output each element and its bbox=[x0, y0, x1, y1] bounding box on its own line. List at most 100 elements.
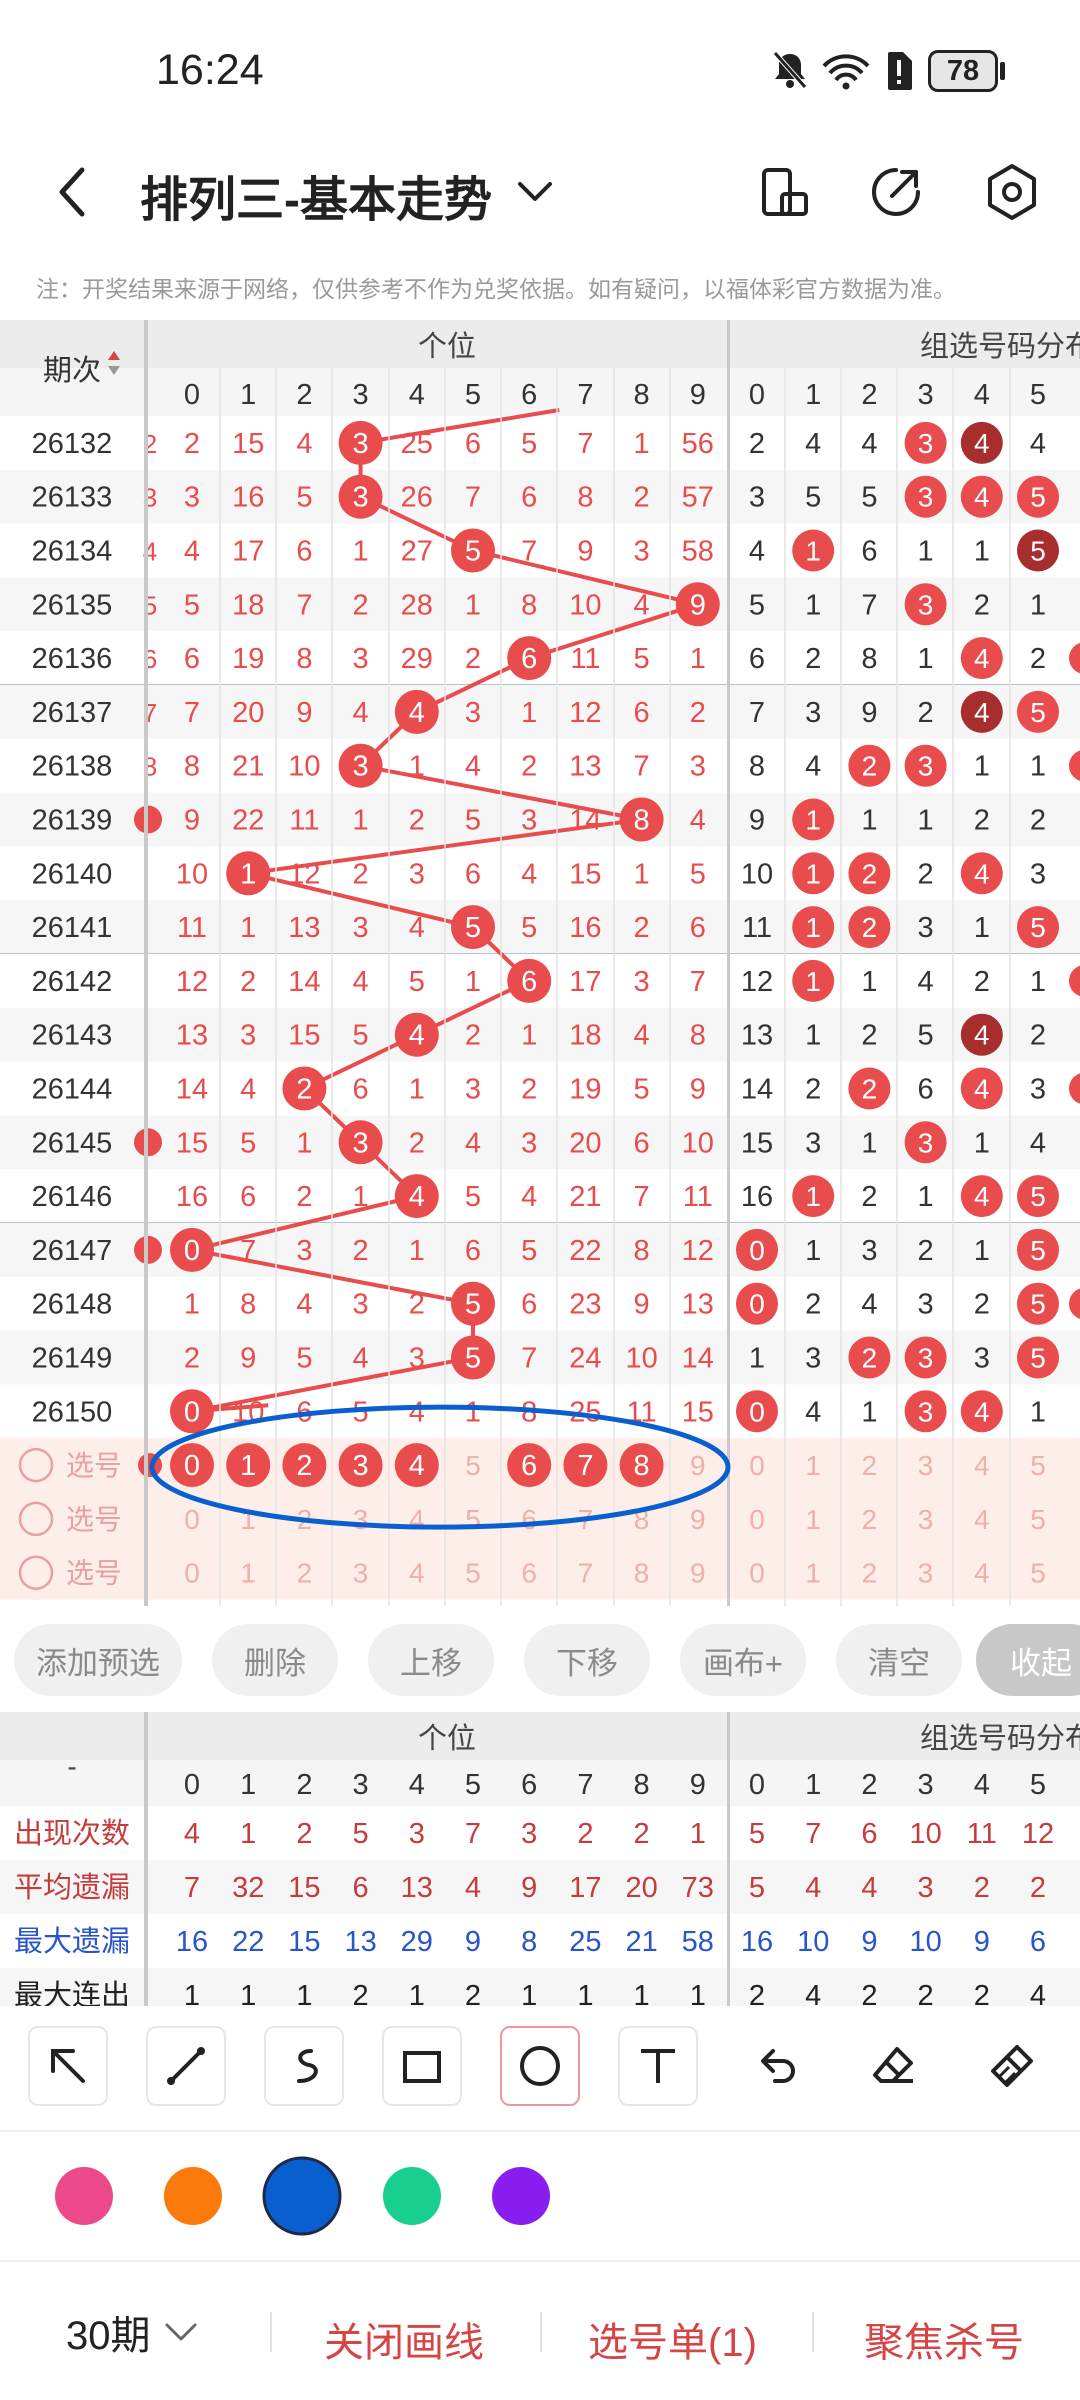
stats-group-cell: 11 bbox=[967, 1818, 997, 1850]
pick-digit[interactable]: 5 bbox=[465, 1450, 481, 1481]
stats-cell: 13 bbox=[401, 1872, 433, 1904]
stats-group-cell: 2 bbox=[861, 1980, 877, 2006]
color-swatch-green[interactable] bbox=[383, 2167, 441, 2225]
delete-button[interactable]: 删除 bbox=[212, 1624, 338, 1696]
focus-kill-button[interactable]: 聚焦杀号 bbox=[864, 2310, 1024, 2368]
pick-group-digit[interactable]: 2 bbox=[862, 1450, 878, 1481]
pick-group-digit[interactable]: 0 bbox=[749, 1558, 765, 1589]
pick-digit[interactable]: 7 bbox=[578, 1558, 594, 1589]
pick-group-digit[interactable]: 0 bbox=[749, 1450, 765, 1481]
phone-rotate-icon[interactable] bbox=[756, 164, 810, 220]
omission-cell: 29 bbox=[401, 643, 433, 675]
pick-digit[interactable]: 9 bbox=[690, 1450, 706, 1481]
stats-group-header: 组选号码分布 bbox=[920, 1722, 1080, 1755]
pick-digit[interactable]: 9 bbox=[690, 1504, 706, 1535]
pick-digit[interactable]: 6 bbox=[521, 1558, 537, 1589]
pick-digit[interactable]: 3 bbox=[353, 1504, 369, 1535]
clear-all-brush-button[interactable] bbox=[972, 2026, 1052, 2106]
pick-group-digit[interactable]: 3 bbox=[918, 1450, 934, 1481]
pick-group-digit[interactable]: 4 bbox=[974, 1450, 990, 1481]
pick-group-digit[interactable]: 2 bbox=[862, 1558, 878, 1589]
stats-group-cell: 5 bbox=[749, 1872, 765, 1904]
pick-digit[interactable]: 2 bbox=[297, 1558, 313, 1589]
page-title[interactable]: 排列三-基本走势 bbox=[140, 160, 492, 230]
color-swatch-orange[interactable] bbox=[164, 2167, 222, 2225]
pick-group-digit[interactable]: 1 bbox=[805, 1504, 821, 1535]
clear-button[interactable]: 清空 bbox=[836, 1624, 962, 1696]
omission-cell: 2 bbox=[353, 589, 369, 621]
pick-digit[interactable]: 5 bbox=[465, 1504, 481, 1535]
group-cell: 2 bbox=[918, 697, 934, 729]
period-selector[interactable]: 30期 bbox=[66, 2302, 201, 2362]
omission-cell: 2 bbox=[184, 428, 200, 460]
stats-table: - 个位 组选号码分布 0 1 2 3 4 5 6 7 8 9 0 1 2 3 4 5 出现次数 4 1 2 5 3 7 3 2 2 1 5… bbox=[0, 1712, 1080, 2006]
pick-group-digit[interactable]: 2 bbox=[862, 1504, 878, 1535]
omission-cell: 10 bbox=[288, 751, 320, 783]
pick-group-digit[interactable]: 4 bbox=[974, 1504, 990, 1535]
omission-cell: 6 bbox=[634, 1127, 650, 1159]
pick-group-digit[interactable]: 1 bbox=[805, 1558, 821, 1589]
omission-cell: 7 bbox=[521, 1343, 537, 1375]
stats-group-digit-header: 3 bbox=[918, 1769, 934, 1801]
ticket-button[interactable]: 选号单(1) bbox=[588, 2310, 757, 2368]
pick-group-digit[interactable]: 5 bbox=[1030, 1558, 1046, 1589]
pick-digit[interactable]: 1 bbox=[240, 1558, 256, 1589]
pick-digit[interactable]: 5 bbox=[465, 1558, 481, 1589]
omission-cell: 13 bbox=[288, 912, 320, 944]
close-line-button[interactable]: 关闭画线 bbox=[324, 2310, 484, 2368]
pick-digit[interactable]: 4 bbox=[409, 1558, 425, 1589]
back-arrow-icon[interactable] bbox=[52, 162, 92, 222]
pick-digit[interactable]: 0 bbox=[184, 1558, 200, 1589]
color-swatch-pink[interactable] bbox=[55, 2167, 113, 2225]
pick-digit[interactable]: 4 bbox=[409, 1504, 425, 1535]
group-cell: 1 bbox=[1030, 751, 1046, 783]
omission-cell: 2 bbox=[409, 1127, 425, 1159]
pick-digit[interactable]: 3 bbox=[353, 1558, 369, 1589]
move-up-button[interactable]: 上移 bbox=[368, 1624, 494, 1696]
pick-digit[interactable]: 6 bbox=[521, 1504, 537, 1535]
period-cell: 26136 bbox=[32, 643, 113, 675]
pick-digit[interactable]: 0 bbox=[184, 1504, 200, 1535]
settings-hexagon-icon[interactable] bbox=[984, 162, 1040, 222]
group-cell: 3 bbox=[1030, 858, 1046, 890]
curve-tool[interactable] bbox=[264, 2026, 344, 2106]
color-swatch-purple[interactable] bbox=[492, 2167, 550, 2225]
pick-digit: 0 bbox=[184, 1450, 200, 1482]
pick-group-digit[interactable]: 5 bbox=[1030, 1504, 1046, 1535]
omission-cell: 24 bbox=[569, 1343, 601, 1375]
rectangle-tool[interactable] bbox=[382, 2026, 462, 2106]
omission-cell: 19 bbox=[569, 1074, 601, 1106]
pick-digit[interactable]: 9 bbox=[690, 1558, 706, 1589]
canvas-plus-button[interactable]: 画布+ bbox=[680, 1624, 806, 1696]
digit-header-3: 3 bbox=[353, 379, 369, 411]
line-tool[interactable] bbox=[146, 2026, 226, 2106]
pick-digit: 7 bbox=[577, 1450, 593, 1482]
undo-button[interactable] bbox=[736, 2026, 816, 2106]
group-hit-number: 1 bbox=[805, 858, 821, 889]
stats-cell: 15 bbox=[288, 1926, 320, 1958]
add-preselect-button[interactable]: 添加预选 bbox=[14, 1624, 182, 1696]
group-cell: 2 bbox=[861, 1020, 877, 1052]
text-tool[interactable] bbox=[618, 2026, 698, 2106]
pick-group-digit[interactable]: 0 bbox=[749, 1504, 765, 1535]
omission-cell: 5 bbox=[409, 966, 425, 998]
group-cell: 9 bbox=[861, 697, 877, 729]
pick-group-digit[interactable]: 3 bbox=[918, 1504, 934, 1535]
color-swatch-blue-selected[interactable] bbox=[262, 2156, 342, 2236]
pick-group-digit[interactable]: 4 bbox=[974, 1558, 990, 1589]
eraser-button[interactable] bbox=[854, 2026, 934, 2106]
circle-tool[interactable] bbox=[500, 2026, 580, 2106]
pick-group-digit[interactable]: 5 bbox=[1030, 1450, 1046, 1481]
move-down-button[interactable]: 下移 bbox=[524, 1624, 650, 1696]
omission-cell: 16 bbox=[569, 912, 601, 944]
select-arrow-tool[interactable] bbox=[28, 2026, 108, 2106]
collapse-button[interactable]: 收起 bbox=[976, 1624, 1080, 1696]
pick-group-digit[interactable]: 3 bbox=[918, 1558, 934, 1589]
pick-digit[interactable]: 8 bbox=[634, 1558, 650, 1589]
chevron-down-icon[interactable] bbox=[514, 174, 556, 210]
group-cell: 4 bbox=[861, 1289, 877, 1321]
group-hit-number: 5 bbox=[1030, 1343, 1046, 1374]
stats-cell: 2 bbox=[634, 1818, 650, 1850]
share-icon[interactable] bbox=[868, 164, 924, 220]
pick-group-digit[interactable]: 1 bbox=[805, 1450, 821, 1481]
